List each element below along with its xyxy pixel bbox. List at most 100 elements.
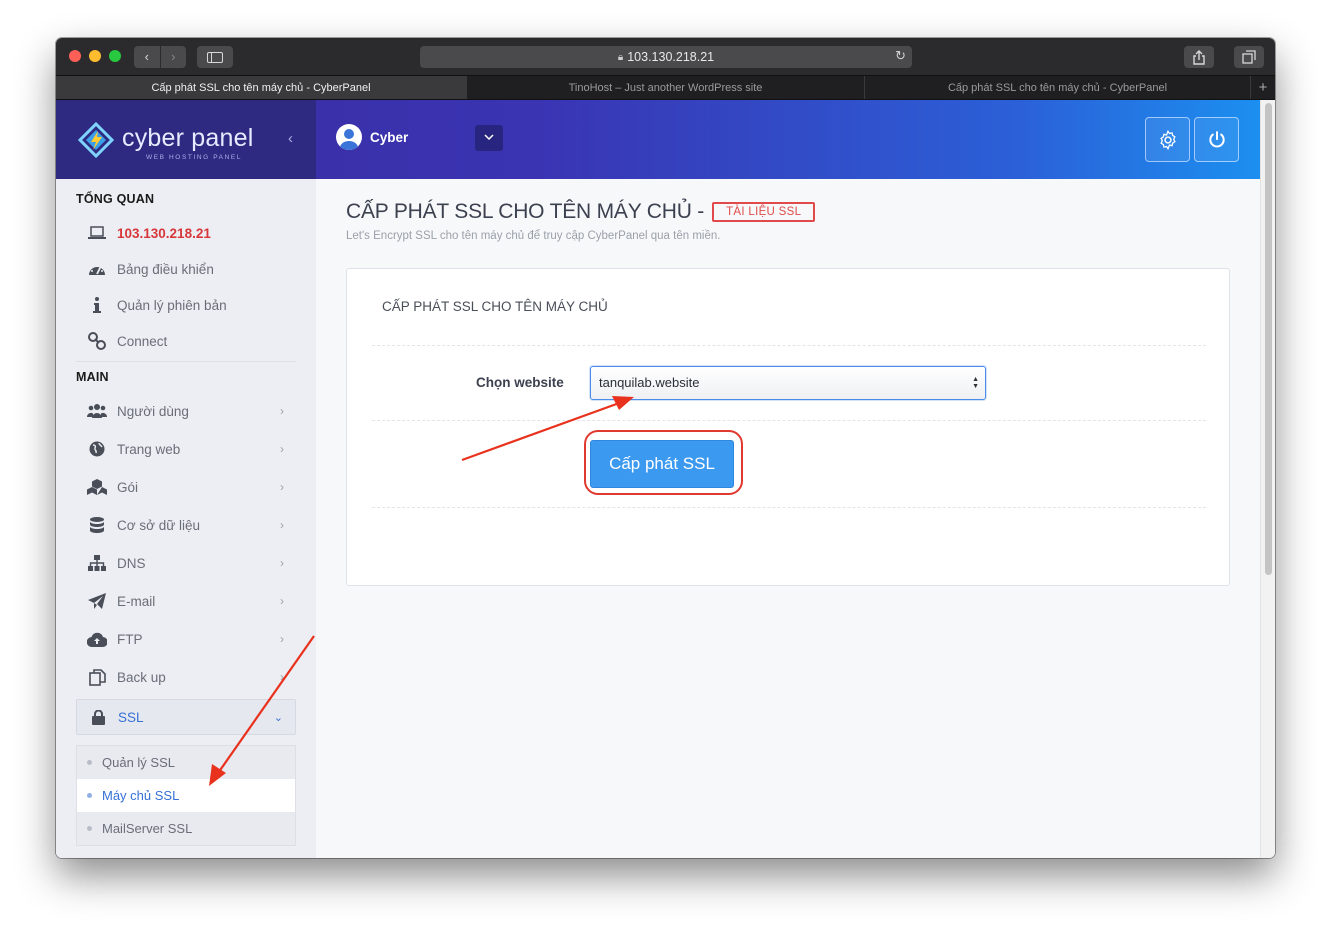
address-bar[interactable]: 🔒︎ 103.130.218.21 ↻ [420,46,912,68]
submenu-item-mailserver-ssl[interactable]: MailServer SSL [77,812,295,845]
url-text: 103.130.218.21 [627,50,715,64]
laptop-icon [86,226,108,240]
chevron-right-icon: › [280,632,284,646]
sidebar-icon [207,51,223,63]
history-nav: ‹ › [134,46,186,68]
browser-titlebar: ‹ › 🔒︎ 103.130.218.21 ↻ [56,38,1275,75]
chevron-down-icon [484,134,494,141]
link-icon [86,332,108,350]
sidebar-item-label: Bảng điều khiển [117,261,214,277]
power-icon [1208,130,1225,147]
sidebar-item-label: Back up [117,669,166,685]
sidebar-item-ftp[interactable]: FTP › [76,624,296,654]
card-title: CẤP PHÁT SSL CHO TÊN MÁY CHỦ [382,299,608,314]
brand-name: cyber panel [122,124,254,152]
issue-ssl-button[interactable]: Cấp phát SSL [590,440,734,488]
sidebar-item-label: Connect [117,333,168,349]
database-icon [86,516,108,534]
avatar [336,124,362,150]
website-label: Chọn website [476,375,564,390]
settings-button[interactable] [1145,117,1190,162]
chevron-right-icon: › [280,594,284,608]
browser-window: ‹ › 🔒︎ 103.130.218.21 ↻ Cấp phát SSL cho… [56,38,1275,858]
sidebar-item-connect[interactable]: Connect [76,326,296,356]
divider [372,420,1206,421]
ssl-submenu: Quản lý SSL Máy chủ SSL MailServer SSL [76,745,296,846]
sidebar-item-users[interactable]: Người dùng › [76,396,296,426]
sidebar-item-label: DNS [117,555,146,571]
sidebar-item-email[interactable]: E-mail › [76,586,296,616]
ssl-docs-link[interactable]: TÀI LIỆU SSL [712,202,816,222]
tab-cyberpanel[interactable]: Cấp phát SSL cho tên máy chủ - CyberPane… [865,76,1251,99]
tabs-icon [1242,50,1256,64]
cyberpanel-app: cyber panel WEB HOSTING PANEL ‹ Cyber TỔ… [56,100,1275,858]
divider [372,507,1206,508]
user-name: Cyber [370,129,409,145]
brand: cyber panel WEB HOSTING PANEL ‹ [56,100,316,179]
sidebar-item-websites[interactable]: Trang web › [76,434,296,464]
bullet-icon [87,760,92,765]
sidebar-item-ip[interactable]: 103.130.218.21 [76,218,296,248]
share-button[interactable] [1184,46,1214,68]
submenu-item-manage-ssl[interactable]: Quản lý SSL [77,746,295,779]
sidebar-toggle-button[interactable] [197,46,233,68]
logout-button[interactable] [1194,117,1239,162]
sidebar-item-label: Cơ sở dữ liệu [117,517,201,533]
top-header: cyber panel WEB HOSTING PANEL ‹ Cyber [56,100,1260,179]
sidebar-item-dns[interactable]: DNS › [76,548,296,578]
submenu-label: Máy chủ SSL [102,788,180,803]
page-scrollbar[interactable] [1260,100,1275,858]
gauge-icon [86,261,108,277]
sidebar-item-label: 103.130.218.21 [117,225,211,241]
chevron-right-icon: › [280,442,284,456]
chevron-right-icon: › [280,480,284,494]
sidebar-item-version[interactable]: Quản lý phiên bản [76,290,296,320]
show-tabs-button[interactable] [1234,46,1264,68]
website-select[interactable]: tanquilab.website ▲ ▼ [590,366,986,400]
tab-label: Cấp phát SSL cho tên máy chủ - CyberPane… [947,81,1168,94]
sidebar-item-label: FTP [117,631,143,647]
submenu-item-hostname-ssl[interactable]: Máy chủ SSL [77,779,295,812]
back-button[interactable]: ‹ [134,46,160,68]
sidebar-item-databases[interactable]: Cơ sở dữ liệu › [76,510,296,540]
forward-button[interactable]: › [159,46,187,68]
main-content: CẤP PHÁT SSL CHO TÊN MÁY CHỦ - TÀI LIỆU … [316,179,1260,858]
cubes-icon [86,479,108,495]
sidebar-item-dashboard[interactable]: Bảng điều khiển [76,254,296,284]
brand-tagline: WEB HOSTING PANEL [146,154,243,161]
sidebar-item-label: E-mail [117,593,156,609]
page-title-text: CẤP PHÁT SSL CHO TÊN MÁY CHỦ - [346,200,705,223]
tab-tinohost[interactable]: TinoHost – Just another WordPress site [467,76,865,99]
sidebar-item-label: Gói [117,479,139,495]
bullet-icon [87,793,92,798]
user-menu[interactable]: Cyber [336,124,408,150]
zoom-window-button[interactable] [109,50,121,62]
chevron-right-icon: › [280,404,284,418]
sidebar-item-ssl[interactable]: SSL ⌄ [76,699,296,735]
sidebar-item-packages[interactable]: Gói › [76,472,296,502]
new-tab-button[interactable]: + [1251,76,1275,99]
chevron-right-icon: › [280,670,284,684]
select-arrows-icon: ▲ ▼ [972,376,979,390]
tab-cyberpanel-active[interactable]: Cấp phát SSL cho tên máy chủ - CyberPane… [56,76,467,99]
selected-website: tanquilab.website [599,375,700,390]
gear-icon [1159,129,1176,150]
reload-icon[interactable]: ↻ [895,48,906,64]
tab-bar: Cấp phát SSL cho tên máy chủ - CyberPane… [56,75,1275,100]
tab-label: Cấp phát SSL cho tên máy chủ - CyberPane… [151,81,371,94]
minimize-window-button[interactable] [89,50,101,62]
sidebar-divider [76,361,296,362]
globe-icon [86,441,108,457]
scrollbar-thumb[interactable] [1265,103,1272,575]
user-dropdown-button[interactable] [475,125,503,151]
sitemap-icon [86,555,108,571]
close-window-button[interactable] [69,50,81,62]
collapse-sidebar-button[interactable]: ‹ [288,130,293,147]
submenu-label: Quản lý SSL [102,755,175,770]
lock-icon: 🔒︎ [617,51,624,63]
copy-icon [86,668,108,686]
sidebar-item-backup[interactable]: Back up › [76,662,296,692]
chevron-right-icon: › [280,556,284,570]
lock-icon [87,709,109,725]
section-main: MAIN [76,370,109,384]
